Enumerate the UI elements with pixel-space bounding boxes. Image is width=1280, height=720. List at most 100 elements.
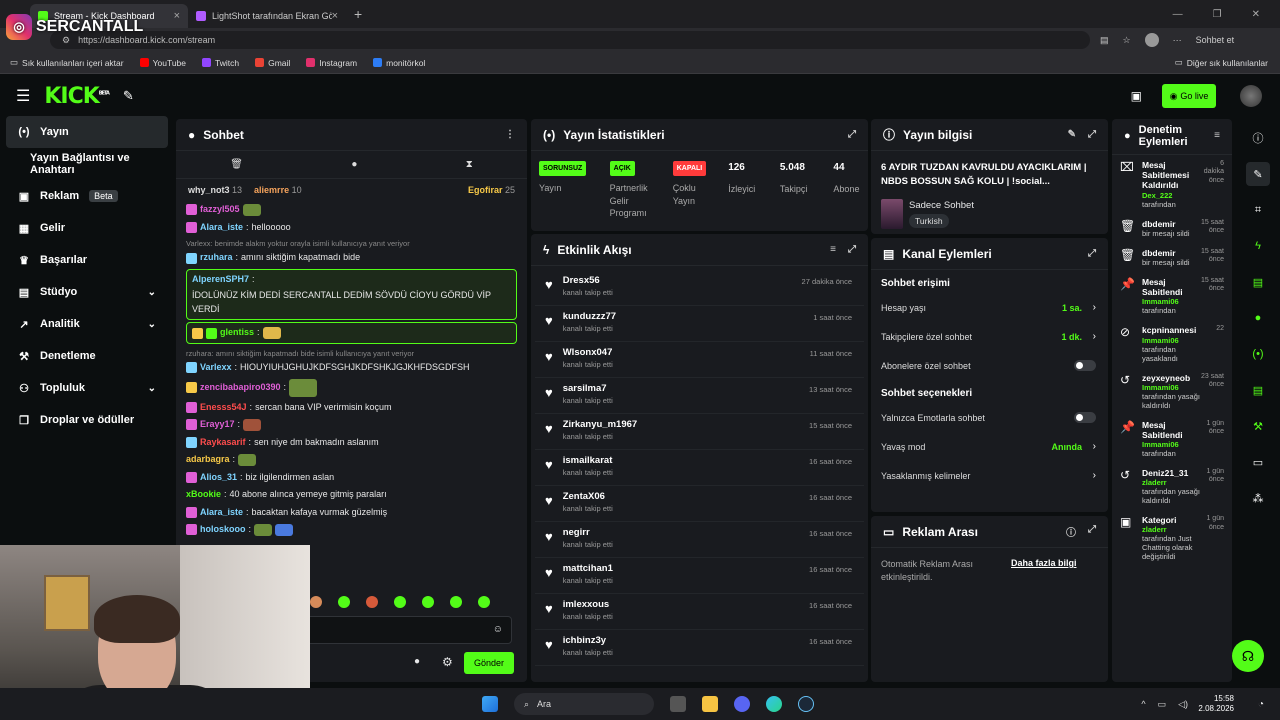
file-explorer-icon[interactable] xyxy=(702,696,718,712)
gear-icon[interactable]: ⚙ xyxy=(442,655,453,669)
activity-item: ♥ kunduzzz77 kanalı takip etti 1 saat önce xyxy=(535,306,864,342)
setting-account-age[interactable]: Hesap yaşı 1 sa. › xyxy=(871,293,1108,322)
sidebar-item-gelir[interactable]: ▦ Gelir xyxy=(0,212,174,244)
more-icon[interactable]: ··· xyxy=(1173,35,1182,45)
reply-context[interactable]: rzuhara: amını siktiğim kapatmadı bide i… xyxy=(186,346,517,359)
chat-input[interactable]: ☺ xyxy=(300,616,512,644)
bookmark-other[interactable]: ▭ Diğer sık kullanılanlar xyxy=(1175,57,1280,68)
clipboard-icon[interactable]: ▤ xyxy=(1246,270,1270,294)
chat-settings-icon[interactable]: ● xyxy=(414,656,420,667)
user-avatar[interactable] xyxy=(1240,85,1262,107)
setting-banned-words[interactable]: Yasaklanmış kelimeler › xyxy=(871,461,1108,490)
notification-icon[interactable]: ◔ xyxy=(1258,699,1264,710)
support-button[interactable]: ☊ xyxy=(1232,640,1264,672)
send-button[interactable]: Gönder xyxy=(464,652,514,674)
taskbar-clock[interactable]: 15:58 2.08.2026 xyxy=(1198,694,1234,715)
setting-slow-mode[interactable]: Yavaş mod Anında › xyxy=(871,432,1108,461)
stream-preview-icon[interactable]: ▣ xyxy=(1131,89,1142,103)
chat-bubble-icon[interactable]: ● xyxy=(351,159,357,170)
bookmark-monitorkol[interactable]: monitörkol xyxy=(373,58,425,68)
emote-icon[interactable] xyxy=(338,596,350,608)
bookmark-import[interactable]: ▭ Sık kullanılanları içeri aktar xyxy=(10,57,124,68)
popout-icon[interactable]: ⤢ xyxy=(1088,524,1096,539)
bookmark-youtube[interactable]: YouTube xyxy=(139,58,186,68)
popout-icon[interactable]: ⤢ xyxy=(1088,248,1096,259)
reply-context[interactable]: Varlexx: benimde alakm yoktur orayla isi… xyxy=(186,236,517,249)
info-icon[interactable]: ⓘ xyxy=(1246,126,1270,150)
task-view-icon[interactable] xyxy=(670,696,686,712)
discord-icon[interactable] xyxy=(734,696,750,712)
mod-actions-header: ● Denetim Eylemleri ≡ xyxy=(1112,119,1232,155)
copilot-button[interactable]: Sohbet et xyxy=(1196,35,1235,45)
stat-subscribers: 44Abone Sayısı xyxy=(833,162,860,194)
bookmark-gmail[interactable]: Gmail xyxy=(255,58,290,68)
emote-icon[interactable] xyxy=(422,596,434,608)
edit-icon[interactable]: ✎ xyxy=(1246,162,1270,186)
broadcast-icon[interactable]: (•) xyxy=(1246,342,1270,366)
plugins-icon[interactable]: ⁂ xyxy=(1246,486,1270,510)
toolbox-icon[interactable]: ▤ xyxy=(1246,378,1270,402)
filter-icon[interactable]: ≡ xyxy=(830,244,836,255)
chat-icon[interactable]: ● xyxy=(1246,306,1270,330)
close-window-icon[interactable]: ✕ xyxy=(1252,9,1260,20)
kick-logo[interactable]: KICKBETA xyxy=(44,84,110,109)
go-live-button[interactable]: ◉ Go live xyxy=(1162,84,1216,108)
edit-icon[interactable]: ✎ xyxy=(1068,129,1076,140)
sidebar-item-studyo[interactable]: ▤ Stüdyo ⌄ xyxy=(0,276,174,308)
emote-icon[interactable] xyxy=(478,596,490,608)
emoji-icon[interactable]: ☺ xyxy=(493,624,503,635)
bookmark-twitch[interactable]: Twitch xyxy=(202,58,239,68)
browser-tab-lightshot[interactable]: LightShot tarafından Ekran Görünt × xyxy=(188,4,346,28)
sidebar-item-basarilar[interactable]: ♛ Başarılar xyxy=(0,244,174,276)
learn-more-link[interactable]: Daha fazla bilgi xyxy=(1011,558,1077,583)
lightning-icon[interactable]: ϟ xyxy=(1246,234,1270,258)
volume-icon[interactable]: ◁) xyxy=(1178,699,1188,710)
popout-icon[interactable]: ⤢ xyxy=(848,244,856,255)
wrench-icon[interactable]: ⚒ xyxy=(1246,414,1270,438)
bookmark-instagram[interactable]: Instagram xyxy=(306,58,357,68)
info-icon[interactable]: ⓘ xyxy=(1066,524,1076,539)
emote-icon[interactable] xyxy=(394,596,406,608)
sidebar-item-analitik[interactable]: ↗ Analitik ⌄ xyxy=(0,308,174,340)
emote-only-toggle[interactable] xyxy=(1074,412,1096,423)
new-tab-icon[interactable]: + xyxy=(354,6,362,22)
filter-icon[interactable]: ≡ xyxy=(1214,131,1220,142)
pin-icon[interactable]: ✎ xyxy=(123,88,134,104)
clear-chat-icon[interactable]: 🗑 xyxy=(230,159,243,170)
tray-chevron-icon[interactable]: ^ xyxy=(1141,699,1145,710)
emote-icon[interactable] xyxy=(366,596,378,608)
sidebar-item-denetleme[interactable]: ⚒ Denetleme xyxy=(0,340,174,372)
profile-avatar[interactable] xyxy=(1144,33,1159,47)
steam-icon[interactable] xyxy=(798,696,814,712)
setting-followers-only[interactable]: Takipçilere özel sohbet 1 dk. › xyxy=(871,322,1108,351)
maximize-icon[interactable]: ❐ xyxy=(1213,9,1222,20)
close-tab-icon[interactable]: × xyxy=(332,10,338,22)
capture-icon[interactable]: ⌗ xyxy=(1246,198,1270,222)
sidebar-item-reklam[interactable]: ▣ Reklam Beta xyxy=(0,180,174,212)
emote-icon[interactable] xyxy=(310,596,322,608)
sidebar-item-yayin[interactable]: (•) Yayın xyxy=(6,116,168,148)
reader-icon[interactable]: ▤ xyxy=(1100,35,1109,46)
minimize-icon[interactable]: — xyxy=(1173,9,1183,20)
sidebar-item-stream-key[interactable]: Yayın Bağlantısı ve Anahtarı xyxy=(0,148,174,180)
activity-item: ♥ ismailkarat kanalı takip etti 16 saat önc… xyxy=(535,450,864,486)
edge-icon[interactable] xyxy=(766,696,782,712)
popout-icon[interactable]: ⤢ xyxy=(848,129,856,140)
window-icon[interactable]: ▭ xyxy=(1246,450,1270,474)
timer-icon[interactable]: ⧗ xyxy=(466,159,473,170)
more-options-icon[interactable]: ⋮ xyxy=(505,129,515,140)
ad-icon: ▭ xyxy=(883,524,895,539)
subscribers-only-toggle[interactable] xyxy=(1074,360,1096,371)
favorite-star-icon[interactable]: ☆ xyxy=(1123,35,1131,46)
close-tab-icon[interactable]: × xyxy=(174,10,180,22)
emote-icon[interactable] xyxy=(450,596,462,608)
url-field[interactable]: ⚙ https://dashboard.kick.com/stream xyxy=(50,31,1090,49)
popout-icon[interactable]: ⤢ xyxy=(1088,129,1096,140)
category-name[interactable]: Sadece Sohbet xyxy=(909,200,974,211)
menu-icon[interactable]: ☰ xyxy=(16,86,30,106)
sidebar-item-droplar[interactable]: ❒ Droplar ve ödüller xyxy=(0,404,174,436)
taskbar-search[interactable]: ⌕ Ara xyxy=(514,693,654,715)
sidebar-item-topluluk[interactable]: ⚇ Topluluk ⌄ xyxy=(0,372,174,404)
windows-start-icon[interactable] xyxy=(482,696,498,712)
network-icon[interactable]: ▭ xyxy=(1158,699,1167,710)
